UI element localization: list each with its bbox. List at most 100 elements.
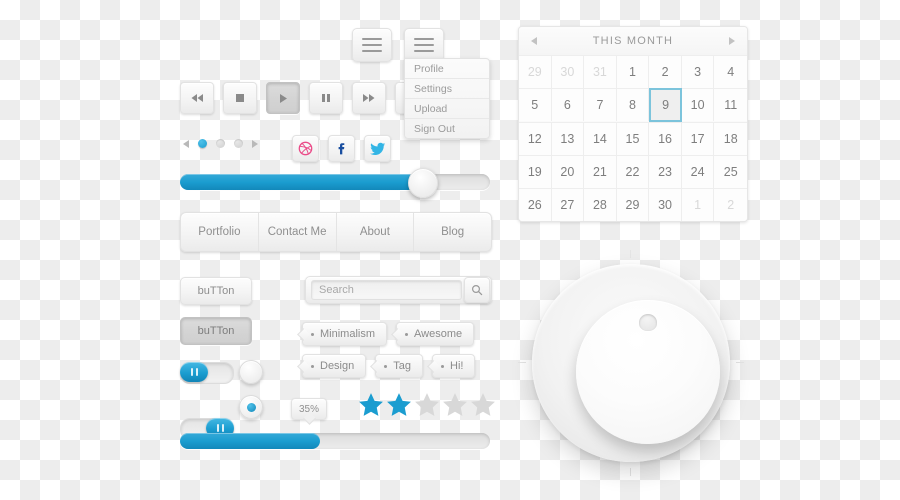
pagination-dot-3[interactable] (234, 139, 243, 148)
hamburger-icon (362, 38, 382, 40)
facebook-button[interactable] (328, 135, 355, 162)
nav-item-blog[interactable]: Blog (414, 213, 491, 251)
calendar-day[interactable]: 3 (681, 55, 715, 88)
nav-item-portfolio[interactable]: Portfolio (181, 213, 259, 251)
pagination-dot-2[interactable] (216, 139, 225, 148)
fast-forward-button[interactable] (352, 82, 386, 114)
search-button[interactable] (464, 277, 490, 303)
caret-left-icon[interactable] (183, 139, 189, 148)
calendar-day[interactable]: 14 (584, 122, 617, 155)
nav-item-contact-me[interactable]: Contact Me (259, 213, 337, 251)
star-icon[interactable] (442, 392, 468, 417)
tag-awesome[interactable]: Awesome (396, 322, 475, 346)
calendar-day[interactable]: 22 (616, 155, 650, 188)
hamburger-button-menu[interactable] (404, 28, 444, 62)
button-normal[interactable]: buTTon (180, 277, 252, 305)
calendar-day[interactable]: 19 (519, 155, 552, 188)
star-icon[interactable] (358, 392, 384, 417)
calendar-day[interactable]: 20 (551, 155, 585, 188)
stop-button[interactable] (223, 82, 257, 114)
dropdown-menu: Profile Settings Upload Sign Out (404, 58, 490, 139)
menu-item-profile[interactable]: Profile (405, 59, 489, 79)
calendar-day[interactable]: 30 (551, 55, 585, 88)
dribbble-button[interactable] (292, 135, 319, 162)
calendar-day[interactable]: 29 (519, 55, 552, 88)
calendar-day[interactable]: 30 (649, 188, 682, 221)
tag-row-2: Design Tag Hi! (302, 354, 476, 378)
button-pressed[interactable]: buTTon (180, 317, 252, 345)
pagination-dot-1[interactable] (198, 139, 207, 148)
knob-tick-right (736, 362, 744, 363)
twitter-button[interactable] (364, 135, 391, 162)
tag-design[interactable]: Design (302, 354, 367, 378)
tag-bullet-icon (405, 332, 408, 336)
calendar-day[interactable]: 8 (616, 88, 650, 121)
tag-tag[interactable]: Tag (375, 354, 423, 378)
menu-item-sign-out[interactable]: Sign Out (405, 119, 489, 138)
star-icon[interactable] (414, 392, 440, 417)
calendar-day[interactable]: 15 (616, 122, 650, 155)
play-button[interactable] (266, 82, 300, 114)
navigation-bar: Portfolio Contact Me About Blog (180, 212, 492, 252)
calendar-next-button[interactable] (729, 37, 735, 45)
calendar-day[interactable]: 27 (551, 188, 585, 221)
rotary-knob[interactable] (516, 248, 746, 478)
rewind-button[interactable] (180, 82, 214, 114)
calendar-day-selected[interactable]: 9 (649, 88, 682, 122)
calendar-day[interactable]: 6 (551, 88, 585, 121)
calendar-day[interactable]: 1 (681, 188, 715, 221)
star-icon[interactable] (386, 392, 412, 417)
calendar-day[interactable]: 16 (649, 122, 682, 155)
calendar-day[interactable]: 31 (584, 55, 617, 88)
calendar-day[interactable]: 25 (714, 155, 747, 188)
search-input[interactable]: Search (311, 280, 462, 300)
calendar-day[interactable]: 26 (519, 188, 552, 221)
calendar-grid: 29 30 31 1 2 3 4 5 6 7 8 9 10 11 12 13 14 15 16 17 18 19 20 21 2… (519, 55, 747, 221)
nav-item-about[interactable]: About (337, 213, 415, 251)
calendar-day[interactable]: 17 (681, 122, 715, 155)
calendar-day[interactable]: 29 (616, 188, 650, 221)
knob-outer-ring[interactable] (532, 264, 730, 462)
knob-tick-top (630, 250, 631, 258)
progress-tooltip: 35% (291, 398, 328, 420)
toggle-grip (180, 362, 208, 382)
calendar-day[interactable]: 4 (714, 55, 747, 88)
radio-button-unselected[interactable] (239, 360, 263, 384)
volume-slider[interactable] (180, 168, 490, 198)
calendar-day[interactable]: 23 (649, 155, 682, 188)
calendar-day[interactable]: 2 (714, 188, 747, 221)
calendar-day[interactable]: 2 (649, 55, 682, 88)
hamburger-button-plain[interactable] (352, 28, 392, 62)
calendar-day[interactable]: 18 (714, 122, 747, 155)
hamburger-icon (414, 38, 434, 40)
star-icon[interactable] (470, 392, 496, 417)
tag-bullet-icon (441, 364, 444, 368)
tag-label: Tag (393, 360, 411, 372)
tag-hi[interactable]: Hi! (432, 354, 476, 378)
menu-item-upload[interactable]: Upload (405, 99, 489, 119)
calendar-day[interactable]: 12 (519, 122, 552, 155)
calendar-day[interactable]: 11 (714, 88, 747, 121)
calendar-day[interactable]: 5 (519, 88, 552, 121)
play-icon (280, 93, 287, 103)
pause-button[interactable] (309, 82, 343, 114)
calendar-day[interactable]: 7 (584, 88, 617, 121)
radio-button-selected[interactable] (239, 395, 263, 419)
calendar-day[interactable]: 21 (584, 155, 617, 188)
fast-forward-icon (363, 94, 375, 102)
caret-right-icon[interactable] (252, 139, 258, 148)
calendar-day[interactable]: 28 (584, 188, 617, 221)
knob-tick-bottom (630, 468, 631, 476)
knob-inner-face[interactable] (576, 300, 720, 444)
progress-bar[interactable] (180, 433, 490, 449)
tag-minimalism[interactable]: Minimalism (302, 322, 387, 346)
calendar-day[interactable]: 1 (616, 55, 650, 88)
toggle-switch-off[interactable] (180, 362, 234, 384)
radio-inner-dot (246, 402, 256, 412)
calendar-day[interactable]: 10 (681, 88, 715, 121)
slider-handle[interactable] (408, 168, 438, 198)
calendar-day[interactable]: 24 (681, 155, 715, 188)
calendar-day[interactable]: 13 (551, 122, 585, 155)
menu-item-settings[interactable]: Settings (405, 79, 489, 99)
tag-bullet-icon (311, 364, 314, 368)
